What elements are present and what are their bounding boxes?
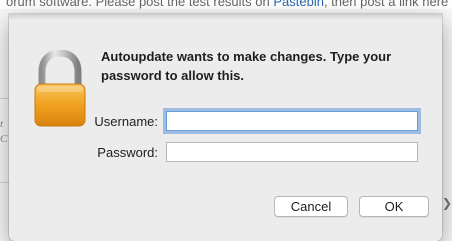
background-fragment: t [0,118,4,130]
background-text-prefix: orum software. Please post the test resu… [6,0,274,9]
username-row: Username: [9,110,418,132]
cancel-button[interactable]: Cancel [274,196,348,217]
dialog-message: Autoupdate wants to make changes. Type y… [101,49,392,83]
background-text-suffix: , then post a link here to the pa [323,0,452,9]
username-input[interactable] [166,111,418,131]
pastebin-link[interactable]: Pastebin [273,0,324,9]
background-text-line: orum software. Please post the test resu… [0,0,452,9]
authentication-dialog: Autoupdate wants to make changes. Type y… [9,14,442,241]
scroll-arrow-icon: ❯ [442,196,452,210]
ok-button[interactable]: OK [359,196,429,217]
password-label: Password: [97,144,158,160]
background-fragment: C [0,133,8,145]
password-row: Password: [9,141,418,163]
username-label: Username: [94,113,158,129]
password-input[interactable] [166,142,418,162]
dialog-top-shadow [9,14,442,20]
